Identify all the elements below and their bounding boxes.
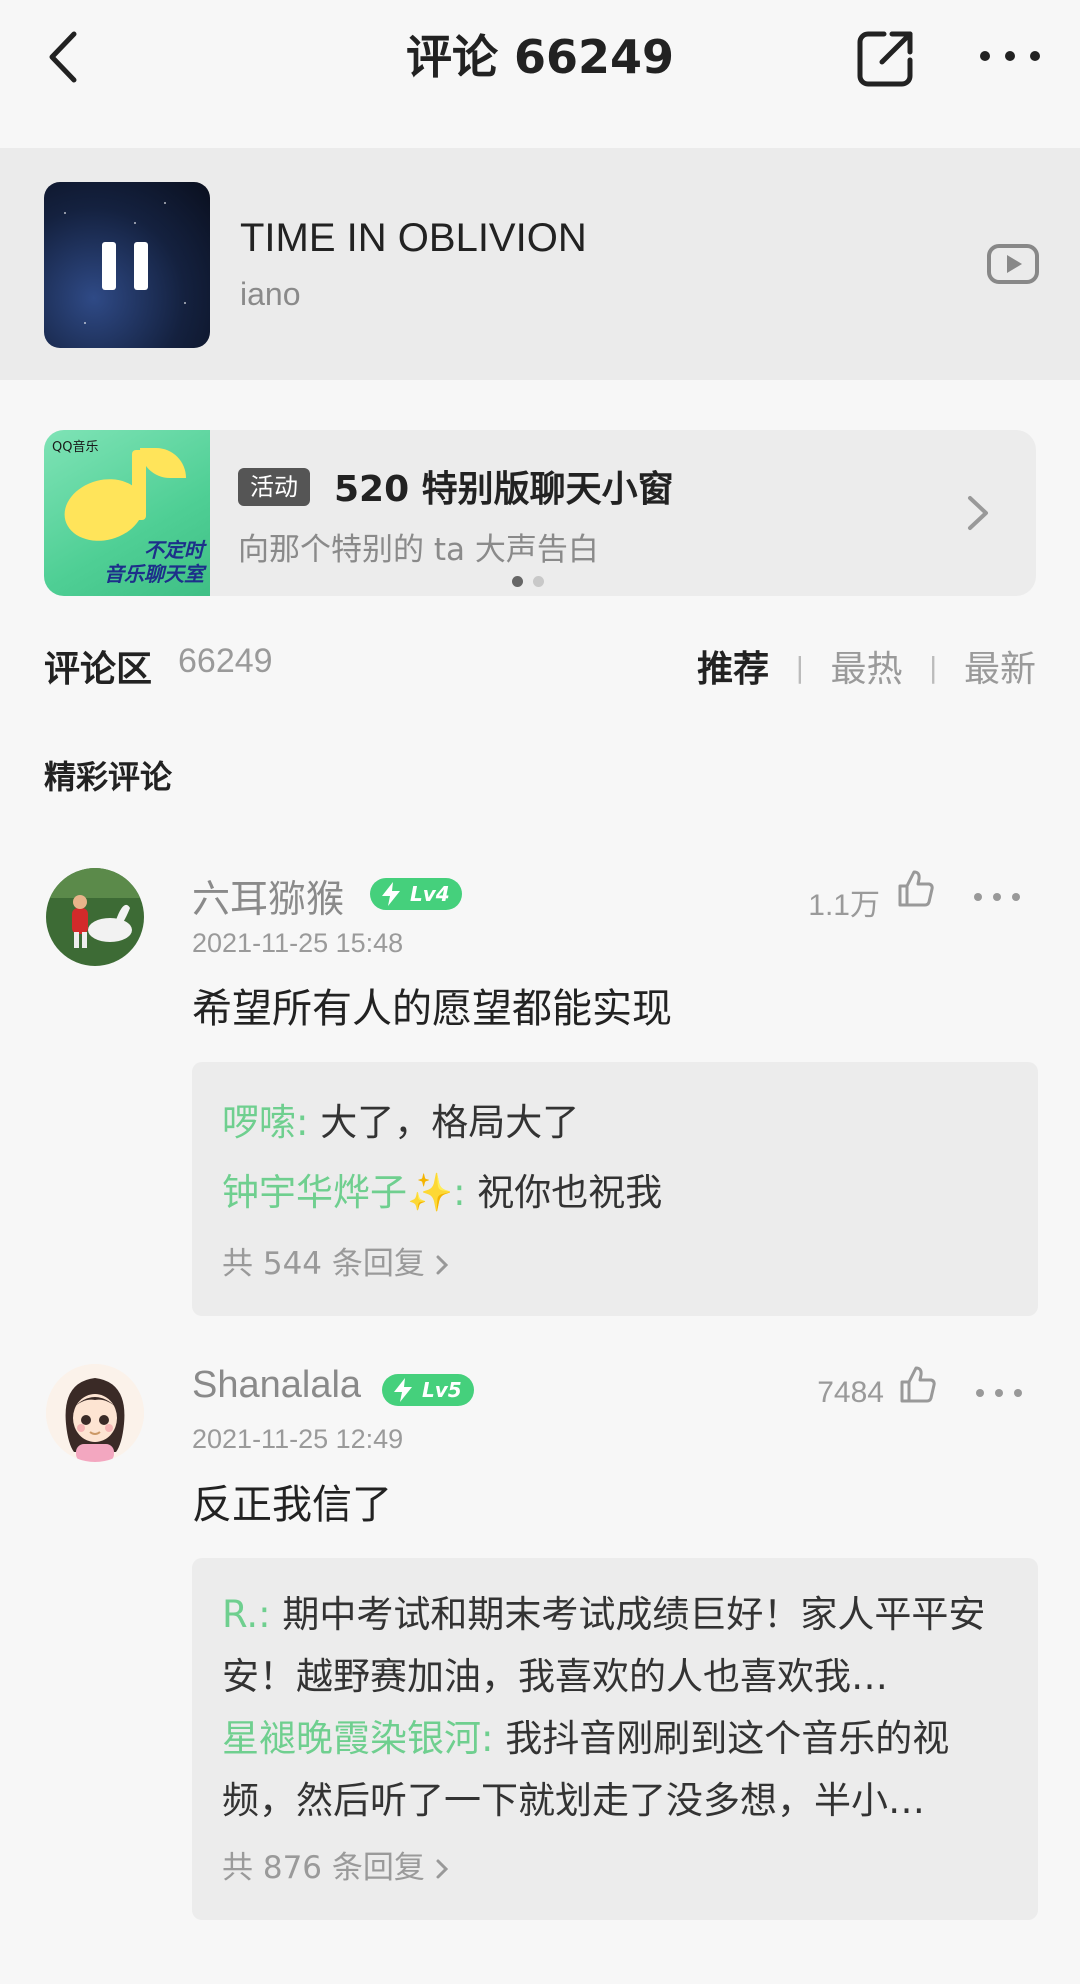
level-text: Lv5 <box>422 1378 462 1402</box>
view-all-replies[interactable]: 共 544 条回复 <box>222 1238 1008 1290</box>
activity-banner[interactable]: QQ音乐 不定时 音乐聊天室 活动 520 特别版聊天小窗 向那个特别的 ta … <box>44 430 1036 596</box>
more-dots-icon[interactable] <box>975 36 1045 76</box>
song-artist[interactable]: iano <box>240 276 301 313</box>
chevron-right-icon <box>436 1255 449 1275</box>
pause-icon[interactable] <box>102 242 152 290</box>
song-title: TIME IN OBLIVION <box>240 216 587 260</box>
comment-time: 2021-11-25 15:48 <box>192 928 404 958</box>
comment-section-header: 评论区 66249 推荐 | 最热 | 最新 <box>44 640 1036 690</box>
now-playing-bar[interactable]: TIME IN OBLIVION iano <box>0 148 1080 380</box>
carousel-dot-active <box>512 576 523 587</box>
comment-time: 2021-11-25 12:49 <box>192 1424 404 1454</box>
banner-caption-2: 音乐聊天室 <box>104 562 204 586</box>
level-text: Lv4 <box>410 882 450 906</box>
reply-preview[interactable]: 啰嗦: 大了，格局大了 钟宇华烨子✨: 祝你也祝我 共 544 条回复 <box>192 1062 1038 1316</box>
reply-item: R.: 期中考试和期末考试成绩巨好！家人平平安安！越野赛加油，我喜欢的人也喜欢我… <box>222 1584 1008 1708</box>
reply-username[interactable]: 星褪晚霞染银河: <box>222 1717 493 1760</box>
sort-tab-hottest[interactable]: 最热 <box>831 640 903 692</box>
banner-image: QQ音乐 不定时 音乐聊天室 <box>44 430 210 596</box>
reply-preview[interactable]: R.: 期中考试和期末考试成绩巨好！家人平平安安！越野赛加油，我喜欢的人也喜欢我… <box>192 1558 1038 1920</box>
thumbs-up-icon[interactable] <box>898 1364 938 1404</box>
page-title: 评论 66249 <box>405 30 675 84</box>
sort-tab-newest[interactable]: 最新 <box>964 640 1036 692</box>
comment-more-icon[interactable] <box>972 888 1022 901</box>
like-count: 1.1万 <box>808 889 880 922</box>
username[interactable]: Shanalala <box>192 1364 361 1407</box>
share-external-icon[interactable] <box>854 26 918 90</box>
username[interactable]: 六耳猕猴 <box>192 868 344 923</box>
comment-count: 66249 <box>178 642 273 680</box>
thumbs-up-icon[interactable] <box>896 868 936 908</box>
sort-divider: | <box>795 651 805 684</box>
featured-comments-heading: 精彩评论 <box>44 758 173 796</box>
avatar[interactable] <box>46 1364 144 1462</box>
reply-text: 祝你也祝我 <box>465 1171 663 1214</box>
reply-item: 啰嗦: 大了，格局大了 <box>222 1088 1008 1158</box>
sort-tab-recommended[interactable]: 推荐 <box>697 640 769 692</box>
top-bar: 评论 66249 <box>0 0 1080 145</box>
reply-text: 期中考试和期末考试成绩巨好！家人平平安安！越野赛加油，我喜欢的人也喜欢我… <box>222 1593 986 1698</box>
comment-item: Shanalala Lv5 2021-11-25 12:49 7484 反正我信… <box>0 1364 1080 1964</box>
comment-text: 反正我信了 <box>192 1482 392 1528</box>
video-play-icon[interactable] <box>986 240 1040 288</box>
album-cover[interactable] <box>44 182 210 348</box>
reply-text: 大了，格局大了 <box>308 1101 580 1144</box>
chevron-right-icon <box>436 1859 449 1879</box>
banner-title: 520 特别版聊天小窗 <box>334 469 674 510</box>
reply-total: 共 876 条回复 <box>222 1850 425 1886</box>
reply-total: 共 544 条回复 <box>222 1246 425 1282</box>
banner-subtitle: 向那个特别的 ta 大声告白 <box>238 532 599 568</box>
comment-item: 六耳猕猴 Lv4 2021-11-25 15:48 1.1万 希望所有人的愿望都… <box>0 868 1080 1316</box>
reply-username[interactable]: 啰嗦: <box>222 1101 308 1144</box>
like-count: 7484 <box>817 1376 884 1409</box>
avatar[interactable] <box>46 868 144 966</box>
carousel-dot <box>533 576 544 587</box>
carousel-dots <box>512 572 554 591</box>
reply-username[interactable]: R.: <box>222 1593 271 1636</box>
reply-username[interactable]: 钟宇华烨子✨: <box>222 1171 466 1214</box>
level-badge: Lv5 <box>382 1374 474 1406</box>
banner-caption-1: 不定时 <box>144 538 204 562</box>
sort-divider: | <box>928 651 938 684</box>
chevron-right-icon <box>962 490 992 536</box>
reply-item: 星褪晚霞染银河: 我抖音刚刷到这个音乐的视频，然后听了一下就划走了没多想，半小… <box>222 1708 1008 1832</box>
level-badge: Lv4 <box>370 878 462 910</box>
reply-item: 钟宇华烨子✨: 祝你也祝我 <box>222 1158 1008 1228</box>
lightning-icon <box>394 1378 412 1402</box>
comment-more-icon[interactable] <box>974 1384 1024 1397</box>
banner-brand: QQ音乐 <box>52 440 99 455</box>
lightning-icon <box>382 882 400 906</box>
comment-section-title: 评论区 <box>44 649 153 690</box>
comment-text: 希望所有人的愿望都能实现 <box>192 986 672 1032</box>
activity-tag: 活动 <box>238 468 310 506</box>
sort-tabs: 推荐 | 最热 | 最新 <box>697 640 1036 692</box>
view-all-replies[interactable]: 共 876 条回复 <box>222 1842 1008 1894</box>
